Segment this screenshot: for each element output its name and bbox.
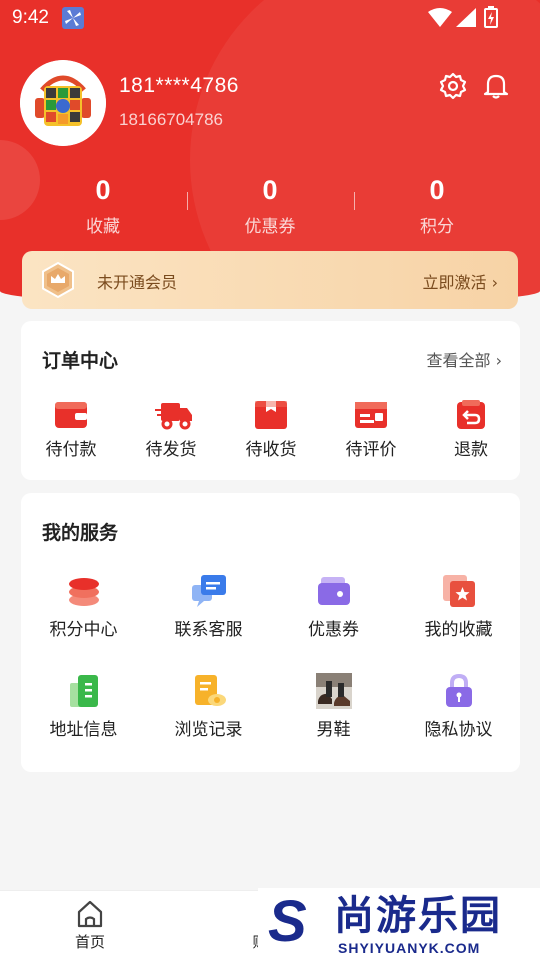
activate-label: 立即激活	[422, 273, 487, 292]
stat-value: 0	[95, 175, 111, 205]
service-address[interactable]: 地址信息	[21, 673, 146, 740]
service-label: 地址信息	[49, 720, 118, 740]
package-icon	[254, 399, 288, 431]
service-label: 隐私协议	[424, 720, 493, 740]
order-pending-payment[interactable]: 待付款	[21, 399, 121, 460]
order-label: 待评价	[345, 440, 397, 460]
chat-bubble-icon	[191, 573, 227, 609]
status-time: 9:42	[12, 7, 49, 28]
order-center-title: 订单中心	[42, 350, 119, 372]
user-phone-number: 18166704786	[119, 110, 224, 129]
shoes-thumbnail	[315, 673, 352, 709]
truck-icon	[154, 399, 192, 431]
service-mens-shoes[interactable]: 男鞋	[271, 673, 396, 740]
history-doc-icon	[191, 673, 227, 709]
signal-icon	[456, 8, 476, 27]
service-my-favorites[interactable]: 我的收藏	[396, 573, 521, 640]
stat-value: 0	[429, 175, 445, 205]
address-book-icon	[66, 673, 102, 709]
stats-row: 0 收藏 0 优惠券 0 积分	[20, 172, 520, 242]
crown-badge-icon	[40, 261, 76, 299]
refund-icon	[454, 399, 488, 431]
app-notification-icon	[62, 7, 84, 29]
settings-gear-icon[interactable]	[439, 72, 467, 100]
coupon-icon	[316, 573, 352, 609]
stat-label: 积分	[420, 217, 454, 237]
tab-home[interactable]: 首页	[45, 899, 135, 952]
stat-favorites[interactable]: 0 收藏	[20, 172, 186, 237]
service-customer-support[interactable]: 联系客服	[146, 573, 271, 640]
stat-label: 收藏	[86, 217, 120, 237]
points-coins-icon	[66, 573, 102, 609]
stat-points[interactable]: 0 积分	[354, 172, 520, 237]
chevron-right-icon: ›	[495, 351, 502, 370]
tab-label: 首页	[74, 933, 105, 951]
watermark-brand-en: SHYIYUANYK.COM	[338, 940, 481, 956]
review-icon	[354, 399, 388, 431]
order-center-card: 订单中心 查看全部 › 待付款 待发货 待收货 待评价 退款	[21, 321, 520, 480]
watermark-brand-cn: 尚游乐园	[334, 893, 502, 939]
view-all-label: 查看全部	[426, 351, 491, 370]
order-to-receive[interactable]: 待收货	[221, 399, 321, 460]
wifi-icon	[428, 8, 452, 27]
stat-value: 0	[262, 175, 278, 205]
chevron-right-icon: ›	[491, 273, 498, 292]
order-refund[interactable]: 退款	[421, 399, 521, 460]
service-label: 联系客服	[174, 620, 243, 640]
my-services-title: 我的服务	[42, 522, 119, 544]
status-bar: 9:42	[0, 0, 540, 36]
service-label: 优惠券	[308, 620, 359, 640]
service-label: 男鞋	[316, 720, 351, 740]
order-to-review[interactable]: 待评价	[321, 399, 421, 460]
home-icon	[75, 899, 105, 929]
service-label: 浏览记录	[174, 720, 243, 740]
service-browse-history[interactable]: 浏览记录	[146, 673, 271, 740]
activate-link[interactable]: 立即激活 ›	[422, 269, 498, 293]
watermark-letter: S	[268, 889, 307, 954]
service-privacy-policy[interactable]: 隐私协议	[396, 673, 521, 740]
order-label: 退款	[454, 440, 488, 460]
service-label: 积分中心	[49, 620, 118, 640]
username-masked-phone: 181****4786	[119, 74, 239, 97]
order-label: 待付款	[45, 440, 97, 460]
order-label: 待收货	[245, 440, 297, 460]
order-label: 待发货	[145, 440, 197, 460]
membership-banner[interactable]: 未开通会员 立即激活 ›	[22, 251, 518, 309]
stat-label: 优惠券	[244, 217, 296, 237]
wallet-icon	[54, 399, 88, 431]
service-coupons[interactable]: 优惠券	[271, 573, 396, 640]
membership-status: 未开通会员	[97, 273, 178, 292]
stat-coupons[interactable]: 0 优惠券	[187, 172, 353, 237]
service-points-center[interactable]: 积分中心	[21, 573, 146, 640]
avatar[interactable]	[20, 60, 106, 146]
favorite-star-icon	[441, 573, 477, 609]
view-all-orders-link[interactable]: 查看全部 ›	[426, 347, 502, 371]
order-to-ship[interactable]: 待发货	[121, 399, 221, 460]
watermark-logo: S 尚游乐园 SHYIYUANYK.COM	[258, 888, 540, 960]
battery-icon	[484, 6, 498, 28]
my-services-card: 我的服务 积分中心 联系客服 优惠券 我的收藏 地址信息 浏览记录 男鞋 隐私协…	[21, 493, 520, 772]
lock-icon	[441, 673, 477, 709]
service-label: 我的收藏	[424, 620, 493, 640]
notification-bell-icon[interactable]	[482, 72, 510, 100]
